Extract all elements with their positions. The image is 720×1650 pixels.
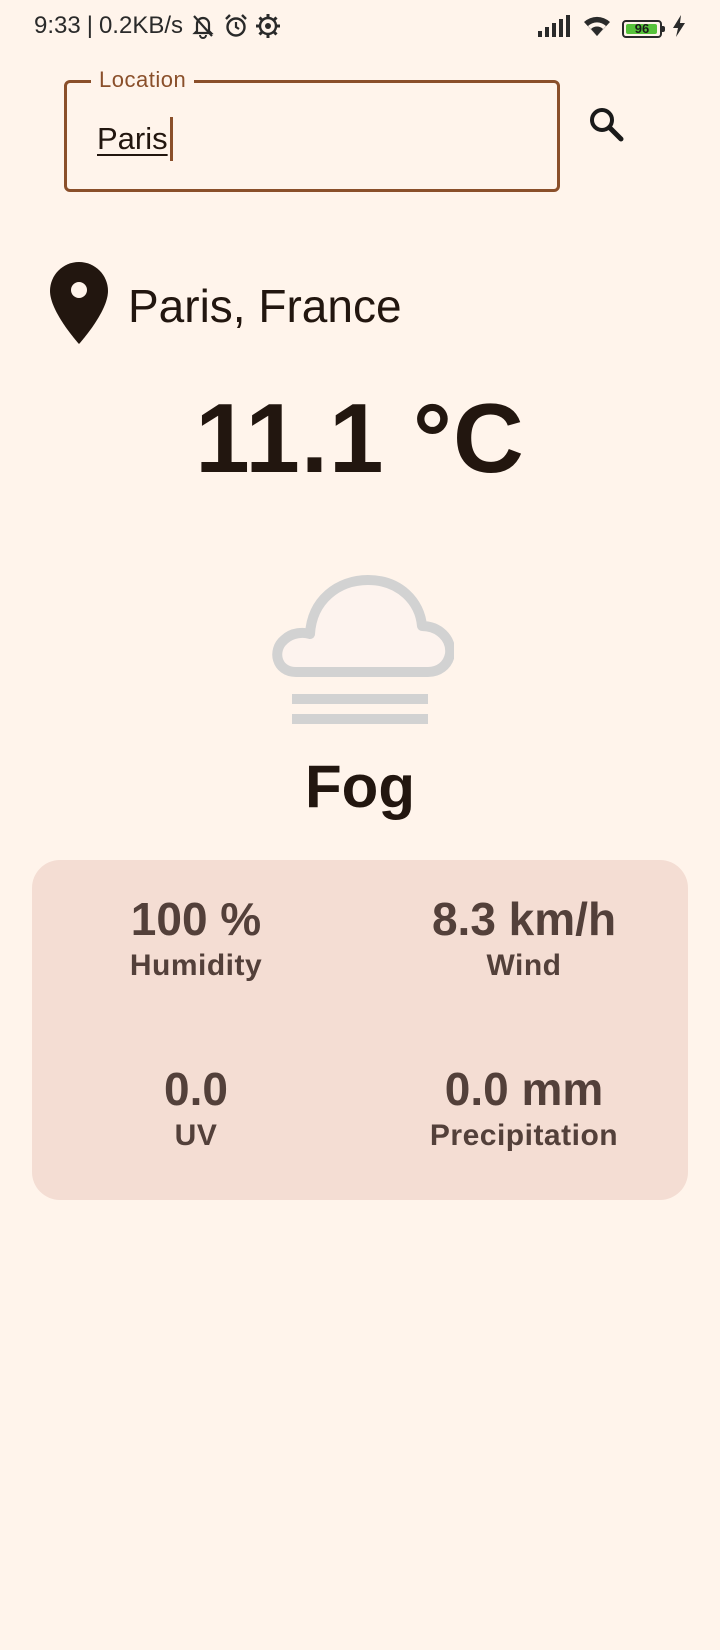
location-field-label: Location — [91, 67, 195, 93]
uv-value: 0.0 — [164, 1063, 228, 1115]
location-pin-icon — [50, 262, 108, 349]
search-button[interactable] — [582, 102, 632, 152]
search-icon — [587, 105, 627, 150]
alarm-icon — [223, 13, 249, 39]
precipitation-detail: 0.0 mm Precipitation — [360, 1064, 688, 1153]
battery-level: 96 — [634, 20, 650, 36]
humidity-detail: 100 % Humidity — [32, 894, 360, 983]
wind-value: 8.3 km/h — [431, 893, 617, 945]
weather-condition: Fog — [305, 753, 415, 820]
status-separator: | — [86, 12, 93, 39]
charging-icon — [672, 15, 686, 42]
network-speed: 0.2KB/s — [98, 12, 183, 39]
battery-icon: 96 — [622, 19, 665, 38]
wind-detail: 8.3 km/h Wind — [360, 894, 688, 983]
temperature: 11.1 °C — [195, 383, 525, 493]
uv-label: UV — [174, 1118, 218, 1152]
humidity-label: Humidity — [129, 948, 263, 982]
signal-icon — [538, 15, 572, 42]
weather-details-card: 100 % Humidity 8.3 km/h Wind 0.0 UV 0.0 … — [32, 860, 688, 1200]
location-input[interactable]: Paris — [97, 117, 173, 161]
uv-detail: 0.0 UV — [32, 1064, 360, 1153]
status-time: 9:33 — [34, 12, 81, 39]
humidity-value: 100 % — [130, 893, 262, 945]
battery-cap — [662, 25, 665, 32]
location-heading: Paris, France — [50, 262, 402, 349]
wifi-icon — [582, 14, 612, 43]
status-bar: 9:33 | 0.2KB/s 96 — [0, 0, 720, 54]
mute-bell-icon — [189, 13, 217, 39]
wind-label: Wind — [486, 948, 562, 982]
text-cursor — [169, 117, 173, 161]
settings-gear-icon — [255, 13, 281, 39]
place-name: Paris, France — [128, 279, 402, 332]
precipitation-label: Precipitation — [429, 1118, 619, 1152]
location-input-text: Paris — [97, 121, 168, 156]
precipitation-value: 0.0 mm — [444, 1063, 604, 1115]
location-search-field[interactable]: Location Paris — [64, 67, 560, 192]
status-right: 96 — [538, 14, 686, 43]
status-left: 9:33 | 0.2KB/s — [34, 12, 281, 40]
fog-cloud-icon — [268, 560, 456, 730]
